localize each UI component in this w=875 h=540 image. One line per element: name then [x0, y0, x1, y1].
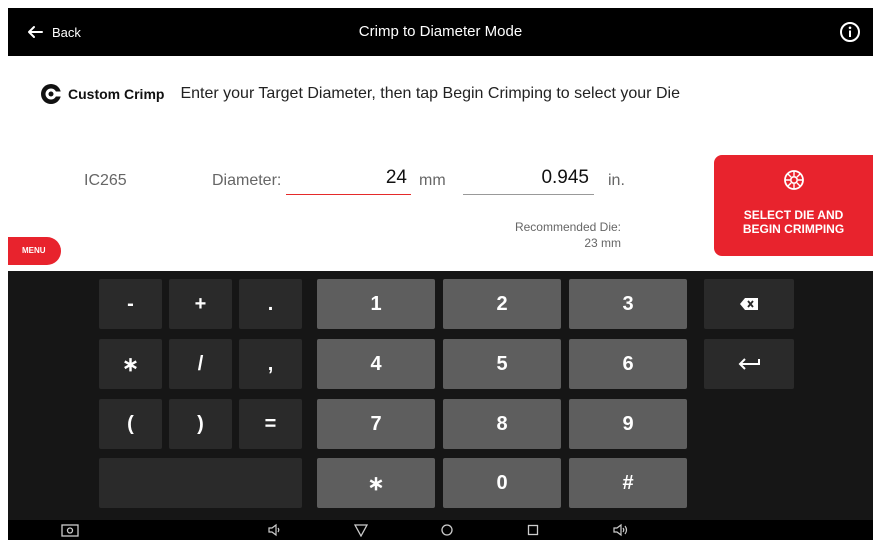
key-2[interactable]: 2	[443, 279, 561, 329]
key-1[interactable]: 1	[317, 279, 435, 329]
key-hash[interactable]: #	[569, 458, 687, 508]
key-8[interactable]: 8	[443, 399, 561, 449]
key-3[interactable]: 3	[569, 279, 687, 329]
in-unit-label: in.	[608, 172, 625, 189]
instruction-text: Enter your Target Diameter, then tap Beg…	[180, 85, 680, 102]
diameter-mm-input[interactable]: 24	[286, 164, 411, 195]
key-7[interactable]: 7	[317, 399, 435, 449]
diameter-mm-value: 24	[385, 167, 407, 188]
key-star[interactable]: ∗	[317, 458, 435, 508]
enter-arrow-icon	[738, 358, 760, 370]
space-key[interactable]	[99, 458, 302, 508]
volume-down-icon[interactable]	[267, 523, 281, 537]
diameter-in-input[interactable]: 0.945	[463, 164, 594, 195]
key-asterisk-symbol[interactable]: ∗	[99, 339, 162, 389]
top-bar: Back Crimp to Diameter Mode	[8, 8, 873, 56]
key-slash[interactable]: /	[169, 339, 232, 389]
brand-row: Custom Crimp Enter your Target Diameter,…	[40, 82, 680, 106]
key-9[interactable]: 9	[569, 399, 687, 449]
numeric-keyboard: - + . 1 2 3 ∗ / , 4 5 6 ( ) = 7 8 9 ∗ 0 …	[8, 271, 873, 520]
brand-name: Custom Crimp	[68, 86, 165, 102]
key-plus[interactable]: +	[169, 279, 232, 329]
page-title: Crimp to Diameter Mode	[358, 23, 523, 40]
key-4[interactable]: 4	[317, 339, 435, 389]
backspace-key[interactable]	[704, 279, 794, 329]
info-icon[interactable]	[839, 21, 861, 43]
key-right-paren[interactable]: )	[169, 399, 232, 449]
select-die-label: SELECT DIE AND BEGIN CRIMPING	[742, 208, 845, 236]
nav-home-icon[interactable]	[440, 523, 454, 537]
backspace-icon	[740, 298, 758, 310]
brand-logo: Custom Crimp	[40, 83, 164, 105]
model-name: IC265	[84, 172, 127, 189]
key-minus[interactable]: -	[99, 279, 162, 329]
key-5[interactable]: 5	[443, 339, 561, 389]
key-left-paren[interactable]: (	[99, 399, 162, 449]
nav-recents-icon[interactable]	[526, 523, 540, 537]
enter-key[interactable]	[704, 339, 794, 389]
screenshot-icon[interactable]	[61, 523, 79, 537]
menu-button[interactable]: MENU	[8, 237, 61, 265]
diameter-label: Diameter:	[212, 172, 282, 189]
recommended-die-label: Recommended Die:	[514, 220, 621, 234]
key-0[interactable]: 0	[443, 458, 561, 508]
nav-back-icon[interactable]	[354, 523, 368, 537]
select-die-button[interactable]: SELECT DIE AND BEGIN CRIMPING	[714, 155, 873, 256]
app-frame: Back Crimp to Diameter Mode Custom Crimp…	[8, 8, 873, 540]
volume-up-icon[interactable]	[612, 523, 630, 537]
diameter-in-value: 0.945	[541, 167, 589, 188]
recommended-die-value: 23 mm	[584, 236, 621, 250]
system-nav-bar	[8, 520, 873, 540]
custom-crimp-logo-icon	[41, 84, 62, 104]
key-comma[interactable]: ,	[239, 339, 302, 389]
mm-unit-label: mm	[419, 172, 446, 189]
crimper-die-icon	[784, 170, 804, 190]
key-dot[interactable]: .	[239, 279, 302, 329]
key-equals[interactable]: =	[239, 399, 302, 449]
key-6[interactable]: 6	[569, 339, 687, 389]
